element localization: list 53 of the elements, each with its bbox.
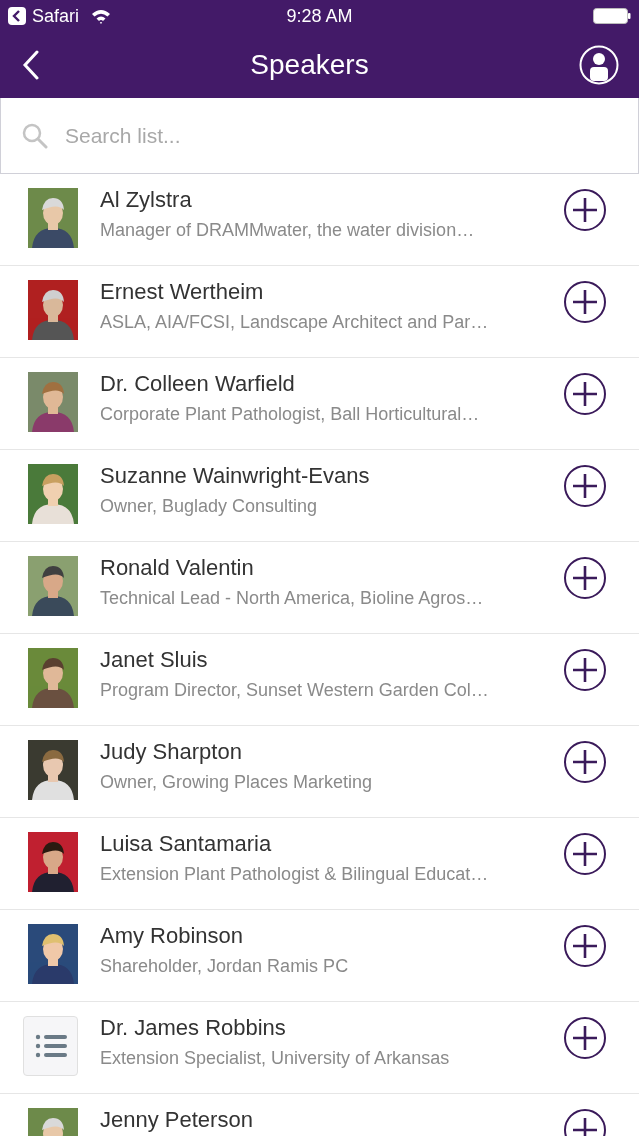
speaker-name: Ernest Wertheim [100, 280, 264, 304]
speaker-title: ASLA, AIA/FCSI, Landscape Architect and Par… [100, 312, 489, 333]
speaker-name: Dr. Colleen Warfield [100, 372, 295, 396]
search-field[interactable]: Search list... [0, 98, 639, 174]
speaker-name: Amy Robinson [100, 924, 244, 948]
speaker-row[interactable]: Luisa Santamaria Extension Plant Pathologist & Bilingual Educat… [0, 818, 639, 910]
speaker-title: Owner, Buglady Consulting [100, 496, 318, 517]
add-button[interactable] [563, 924, 607, 968]
add-button[interactable] [563, 648, 607, 692]
speaker-row[interactable]: Judy Sharpton Owner, Growing Places Marketing [0, 726, 639, 818]
speaker-name: Janet Sluis [100, 648, 208, 672]
back-icon[interactable] [22, 50, 40, 80]
battery-icon [593, 8, 631, 24]
add-button[interactable] [563, 280, 607, 324]
speaker-row[interactable]: Suzanne Wainwright-Evans Owner, Buglady Consulting [0, 450, 639, 542]
speaker-name: Dr. James Robbins [100, 1016, 286, 1040]
back-app-label[interactable]: Safari [32, 5, 80, 27]
search-icon [22, 123, 48, 149]
list-icon [23, 1016, 78, 1076]
speaker-name: Al Zylstra [100, 188, 192, 212]
speaker-title: Shareholder, Jordan Ramis PC [100, 956, 349, 977]
speaker-name: Luisa Santamaria [100, 832, 272, 856]
add-button[interactable] [563, 464, 607, 508]
speaker-name: Jenny Peterson [100, 1108, 253, 1132]
speaker-name: Judy Sharpton [100, 740, 242, 764]
speaker-row[interactable]: Al Zylstra Manager of DRAMMwater, the water division… [0, 174, 639, 266]
speaker-title: Owner, Growing Places Marketing [100, 772, 373, 793]
speaker-title: Corporate Plant Pathologist, Ball Horticultural… [100, 404, 480, 425]
speaker-row[interactable]: Jenny Peterson [0, 1094, 639, 1136]
add-button[interactable] [563, 740, 607, 784]
add-button[interactable] [563, 372, 607, 416]
speaker-title: Extension Plant Pathologist & Bilingual Educat… [100, 864, 489, 885]
speaker-name: Suzanne Wainwright-Evans [100, 464, 370, 488]
add-button[interactable] [563, 832, 607, 876]
speaker-title: Technical Lead - North America, Bioline Agros… [100, 588, 484, 609]
clock: 9:28 AM [286, 5, 353, 26]
screen-title: Speakers [250, 49, 369, 81]
speaker-title: Manager of DRAMMwater, the water division… [100, 220, 475, 241]
speaker-row[interactable]: Ronald Valentin Technical Lead - North America, Bioline Agros… [0, 542, 639, 634]
add-button[interactable] [563, 188, 607, 232]
wifi-icon [91, 8, 112, 24]
speaker-row[interactable]: Dr. James Robbins Extension Specialist, University of Arkansas [0, 1002, 639, 1094]
add-button[interactable] [563, 1016, 607, 1060]
back-app-icon[interactable] [8, 7, 26, 25]
profile-icon[interactable] [579, 45, 619, 85]
speaker-name: Ronald Valentin [100, 556, 254, 580]
speaker-row[interactable]: Ernest Wertheim ASLA, AIA/FCSI, Landscape Architect and Par… [0, 266, 639, 358]
speaker-title: Extension Specialist, University of Arkansas [100, 1048, 450, 1069]
add-button[interactable] [563, 556, 607, 600]
speaker-title: Program Director, Sunset Western Garden Col… [100, 680, 489, 701]
speaker-row[interactable]: Janet Sluis Program Director, Sunset Western Garden Col… [0, 634, 639, 726]
speaker-row[interactable]: Dr. Colleen Warfield Corporate Plant Pathologist, Ball Horticultural… [0, 358, 639, 450]
speaker-row[interactable]: Amy Robinson Shareholder, Jordan Ramis PC [0, 910, 639, 1002]
